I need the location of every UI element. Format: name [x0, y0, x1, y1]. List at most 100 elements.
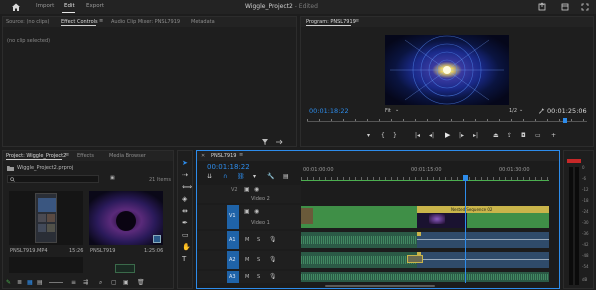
tab-media-browser[interactable]: Media Browser	[109, 153, 146, 159]
track-target-a2[interactable]: A2	[227, 251, 239, 269]
fullscreen-icon[interactable]	[580, 2, 590, 12]
microphone-icon[interactable]: 🎙	[269, 256, 277, 263]
panel-menu-icon[interactable]: ≡	[355, 18, 359, 24]
find-icon[interactable]: ⌕	[99, 279, 102, 287]
video-clip-1[interactable]	[301, 206, 417, 228]
clip-thumbnail-1[interactable]	[9, 191, 83, 245]
audio-clip-a3[interactable]	[301, 272, 549, 282]
timeline-horizontal-scrollbar[interactable]	[301, 284, 553, 288]
go-to-in-icon[interactable]: |◂	[415, 132, 420, 139]
automate-icon[interactable]: ⇶	[83, 279, 88, 286]
program-scrub-bar[interactable]	[307, 119, 587, 123]
program-playhead[interactable]	[563, 118, 567, 123]
eye-icon[interactable]: ◉	[254, 208, 259, 215]
timeline-ruler[interactable]: 00:01:00:00 00:01:15:00 00:01:30:00	[301, 163, 553, 181]
solo-button[interactable]: S	[257, 274, 260, 280]
video-clip-2[interactable]	[467, 213, 549, 228]
play-icon[interactable]: ▶	[445, 131, 450, 139]
workspace-export[interactable]: Export	[86, 3, 104, 9]
selection-tool-icon[interactable]: ➤	[182, 159, 188, 167]
transition-marker[interactable]	[407, 255, 423, 263]
solo-button[interactable]: S	[257, 237, 260, 243]
program-playhead-timecode[interactable]: 00:01:18:22	[309, 107, 349, 115]
work-area-bar[interactable]	[301, 180, 549, 181]
mark-in-icon[interactable]: {	[381, 132, 385, 139]
filter-icon[interactable]	[261, 138, 269, 146]
microphone-icon[interactable]: 🎙	[269, 273, 277, 280]
add-button-icon[interactable]: +	[551, 132, 556, 139]
step-back-icon[interactable]: ◂|	[429, 132, 434, 139]
track-target-a3[interactable]: A3	[227, 271, 239, 283]
track-target-v1[interactable]: V1	[227, 205, 239, 229]
tab-metadata[interactable]: Metadata	[191, 19, 215, 25]
camera-icon[interactable]: ▣	[244, 208, 250, 215]
ripple-edit-tool-icon[interactable]: ⟺	[182, 183, 192, 191]
clip-thumbnail-4[interactable]	[115, 264, 135, 273]
audio-clip-a2-nested[interactable]	[417, 252, 549, 268]
camera-icon[interactable]: ▣	[244, 186, 250, 193]
microphone-icon[interactable]: 🎙	[269, 236, 277, 243]
extract-icon[interactable]: ⇪	[507, 132, 512, 139]
add-marker-icon[interactable]: ▾	[367, 132, 370, 139]
lift-icon[interactable]: ⏏	[493, 132, 499, 139]
audio-clip-a2[interactable]	[301, 252, 417, 268]
close-icon[interactable]: ✕	[201, 153, 205, 159]
project-search-input[interactable]	[7, 175, 99, 183]
mark-out-icon[interactable]: }	[393, 132, 397, 139]
icon-view-icon[interactable]: ▦	[27, 279, 33, 286]
trash-icon[interactable]: 🗑	[137, 279, 145, 286]
zoom-slider[interactable]	[49, 282, 63, 283]
home-icon[interactable]	[11, 2, 21, 12]
chevron-down-icon[interactable]: ⌄	[519, 107, 523, 113]
linked-selection-icon[interactable]: ⛓	[237, 173, 245, 180]
mute-button[interactable]: M	[245, 237, 249, 243]
track-select-tool-icon[interactable]: ⇢	[182, 171, 188, 179]
freeform-view-icon[interactable]: ▤	[37, 279, 43, 286]
go-to-out-icon[interactable]: ▸|	[473, 132, 478, 139]
quick-export-icon[interactable]	[537, 2, 547, 12]
clip-thumbnail-3[interactable]	[9, 257, 83, 273]
rectangle-tool-icon[interactable]: ▭	[182, 231, 189, 239]
export-frame-icon[interactable]: ◘	[521, 132, 526, 139]
captions-icon[interactable]: ▤	[283, 173, 289, 180]
new-item-icon[interactable]: ▣	[123, 279, 129, 286]
sort-icon[interactable]: ≡	[71, 279, 76, 286]
type-tool-icon[interactable]: T	[182, 255, 186, 263]
wrench-icon[interactable]	[538, 107, 545, 114]
resolution-dropdown[interactable]: 1/2	[509, 108, 517, 114]
hand-tool-icon[interactable]: ✋	[182, 243, 191, 251]
workspace-import[interactable]: Import	[36, 3, 54, 9]
mute-button[interactable]: M	[245, 274, 249, 280]
clip-thumbnail-2[interactable]	[89, 191, 163, 245]
workspaces-icon[interactable]	[560, 2, 570, 12]
audio-clip-a1-nested[interactable]	[417, 232, 549, 248]
tab-audio-clip-mixer[interactable]: Audio Clip Mixer: PNSL7919	[111, 19, 180, 25]
timeline-timecode[interactable]: 00:01:18:22	[207, 163, 250, 171]
slip-tool-icon[interactable]: ⇹	[182, 207, 188, 215]
tab-effects[interactable]: Effects	[77, 153, 94, 159]
panel-menu-icon[interactable]: ≡	[99, 18, 103, 24]
list-view-icon[interactable]: ≣	[17, 279, 22, 286]
tab-sequence[interactable]: PNSL7919	[211, 153, 236, 159]
tab-source[interactable]: Source: (no clips)	[6, 19, 49, 25]
solo-button[interactable]: S	[257, 257, 260, 263]
workspace-edit[interactable]: Edit	[64, 3, 75, 9]
razor-tool-icon[interactable]: ◈	[182, 195, 187, 203]
panel-menu-icon[interactable]: ≡	[65, 152, 69, 158]
chevron-down-icon[interactable]: ⌄	[395, 107, 399, 113]
mute-button[interactable]: M	[245, 257, 249, 263]
add-marker-icon[interactable]: ▾	[253, 173, 256, 180]
step-forward-icon[interactable]: |▸	[459, 132, 464, 139]
fit-dropdown[interactable]: Fit	[385, 108, 391, 114]
comparison-view-icon[interactable]: ▭	[535, 132, 541, 139]
panel-menu-icon[interactable]: ≡	[239, 152, 243, 158]
track-target-a1[interactable]: A1	[227, 231, 239, 249]
new-bin-icon[interactable]: ▢	[111, 279, 117, 286]
insert-sequence-icon[interactable]: ⇊	[207, 173, 212, 180]
audio-clip-a1[interactable]	[301, 232, 417, 248]
bin-icon[interactable]: ▣	[110, 175, 115, 181]
pencil-icon[interactable]: ✎	[6, 279, 11, 286]
clip-indicator[interactable]	[567, 159, 581, 163]
export-icon[interactable]	[275, 138, 283, 146]
nested-sequence-clip[interactable]: Nested Sequence 02	[417, 206, 549, 213]
